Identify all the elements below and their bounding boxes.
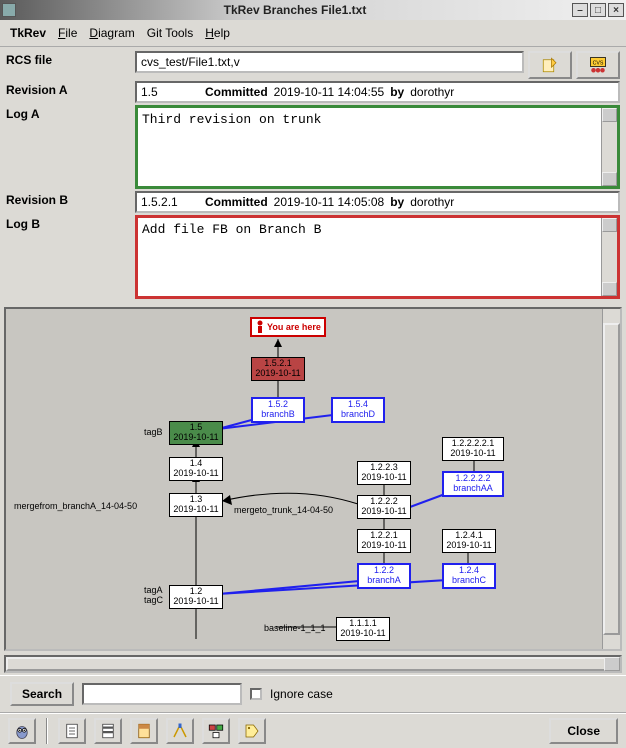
cvs-button[interactable]: CVS [576, 51, 620, 79]
menu-file[interactable]: File [58, 26, 77, 40]
ignore-case-label: Ignore case [270, 687, 333, 701]
revision-a-user: dorothyr [410, 85, 454, 99]
baseline-label: baseline-1_1_1 [264, 623, 326, 633]
node-branch-d[interactable]: 1.5.4branchD [331, 397, 385, 423]
revision-a-line: 1.5 Committed 2019-10-11 14:04:55 by dor… [135, 81, 620, 103]
rcs-file-label: RCS file [6, 51, 131, 67]
minimize-button[interactable]: – [572, 3, 588, 17]
page-button-3[interactable] [130, 718, 158, 744]
revision-b-value: 1.5.2.1 [141, 195, 199, 209]
node-1-2-4-1[interactable]: 1.2.4.12019-10-11 [442, 529, 496, 553]
window-titlebar: TkRev Branches File1.txt – □ × [0, 0, 626, 20]
tag-c-label: tagC [144, 595, 163, 605]
revision-a-date: 2019-10-11 14:04:55 [274, 85, 385, 99]
node-1-2-2-2[interactable]: 1.2.2.22019-10-11 [357, 495, 411, 519]
page-button-2[interactable] [94, 718, 122, 744]
striped-page-icon [99, 722, 117, 740]
node-1-5-2-1[interactable]: 1.5.2.12019-10-11 [251, 357, 305, 381]
diagram-scrollbar-h[interactable] [4, 655, 622, 673]
info-panel: RCS file CVS Revision A 1.5 Committed 20… [0, 47, 626, 303]
node-1-1-1-1[interactable]: 1.1.1.12019-10-11 [336, 617, 390, 641]
person-icon [255, 320, 265, 334]
revision-b-user: dorothyr [410, 195, 454, 209]
node-1-2-2-1[interactable]: 1.2.2.12019-10-11 [357, 529, 411, 553]
log-b-box[interactable]: Add file FB on Branch B [135, 215, 620, 299]
edit-button[interactable] [528, 51, 572, 79]
node-branch-c[interactable]: 1.2.4branchC [442, 563, 496, 589]
cvs-icon: CVS [589, 56, 607, 74]
tag-icon [243, 722, 261, 740]
log-a-box[interactable]: Third revision on trunk [135, 105, 620, 189]
node-branch-b[interactable]: 1.5.2branchB [251, 397, 305, 423]
tag-button[interactable] [238, 718, 266, 744]
mergeto-label: mergeto_trunk_14-04-50 [234, 505, 333, 515]
rcs-file-input[interactable] [135, 51, 524, 73]
you-are-here-marker: You are here [250, 317, 326, 337]
maximize-button[interactable]: □ [590, 3, 606, 17]
revision-b-label: Revision B [6, 191, 131, 207]
page-button-1[interactable] [58, 718, 86, 744]
search-input[interactable] [82, 683, 242, 705]
menu-app[interactable]: TkRev [10, 26, 46, 40]
close-button[interactable]: Close [549, 718, 618, 744]
owl-button[interactable] [8, 718, 36, 744]
diagram-scrollbar-v[interactable] [602, 309, 620, 649]
page-icon [63, 722, 81, 740]
app-icon [2, 3, 16, 17]
edit-icon [541, 56, 559, 74]
log-a-label: Log A [6, 105, 131, 121]
separator [46, 718, 48, 744]
log-b-text: Add file FB on Branch B [142, 222, 321, 237]
tag-a-label: tagA [144, 585, 163, 595]
pen-icon [171, 722, 189, 740]
blocks-button[interactable] [202, 718, 230, 744]
svg-text:CVS: CVS [593, 60, 604, 66]
log-b-scrollbar[interactable] [601, 218, 617, 296]
node-1-4[interactable]: 1.42019-10-11 [169, 457, 223, 481]
log-a-scrollbar[interactable] [601, 108, 617, 186]
blocks-icon [207, 722, 225, 740]
node-1-2-2-3[interactable]: 1.2.2.32019-10-11 [357, 461, 411, 485]
branch-diagram[interactable]: You are here 1.5.2.12019-10-11 1.5.2bran… [4, 307, 622, 651]
shaded-page-icon [135, 722, 153, 740]
node-branch-aa[interactable]: 1.2.2.2.2branchAA [442, 471, 504, 497]
search-bar: Search Ignore case [0, 675, 626, 713]
node-1-2[interactable]: 1.22019-10-11 [169, 585, 223, 609]
window-title: TkRev Branches File1.txt [20, 3, 570, 17]
tag-b-label: tagB [144, 427, 163, 437]
revision-a-value: 1.5 [141, 85, 199, 99]
owl-icon [13, 722, 31, 740]
menu-diagram[interactable]: Diagram [89, 26, 134, 40]
menu-help[interactable]: Help [205, 26, 230, 40]
node-1-5[interactable]: 1.52019-10-11 [169, 421, 223, 445]
ignore-case-checkbox[interactable] [250, 688, 262, 700]
menubar: TkRev File Diagram Git Tools Help [0, 20, 626, 47]
close-window-button[interactable]: × [608, 3, 624, 17]
menu-git-tools[interactable]: Git Tools [147, 26, 193, 40]
log-b-label: Log B [6, 215, 131, 231]
node-1-2-2-2-2-1[interactable]: 1.2.2.2.2.12019-10-11 [442, 437, 504, 461]
log-a-text: Third revision on trunk [142, 112, 321, 127]
revision-b-date: 2019-10-11 14:05:08 [274, 195, 385, 209]
mergefrom-label: mergefrom_branchA_14-04-50 [14, 501, 137, 511]
diagram-edges [6, 309, 622, 651]
revision-b-line: 1.5.2.1 Committed 2019-10-11 14:05:08 by… [135, 191, 620, 213]
node-1-3[interactable]: 1.32019-10-11 [169, 493, 223, 517]
revision-a-label: Revision A [6, 81, 131, 97]
pen-button[interactable] [166, 718, 194, 744]
node-branch-a[interactable]: 1.2.2branchA [357, 563, 411, 589]
search-button[interactable]: Search [10, 682, 74, 706]
